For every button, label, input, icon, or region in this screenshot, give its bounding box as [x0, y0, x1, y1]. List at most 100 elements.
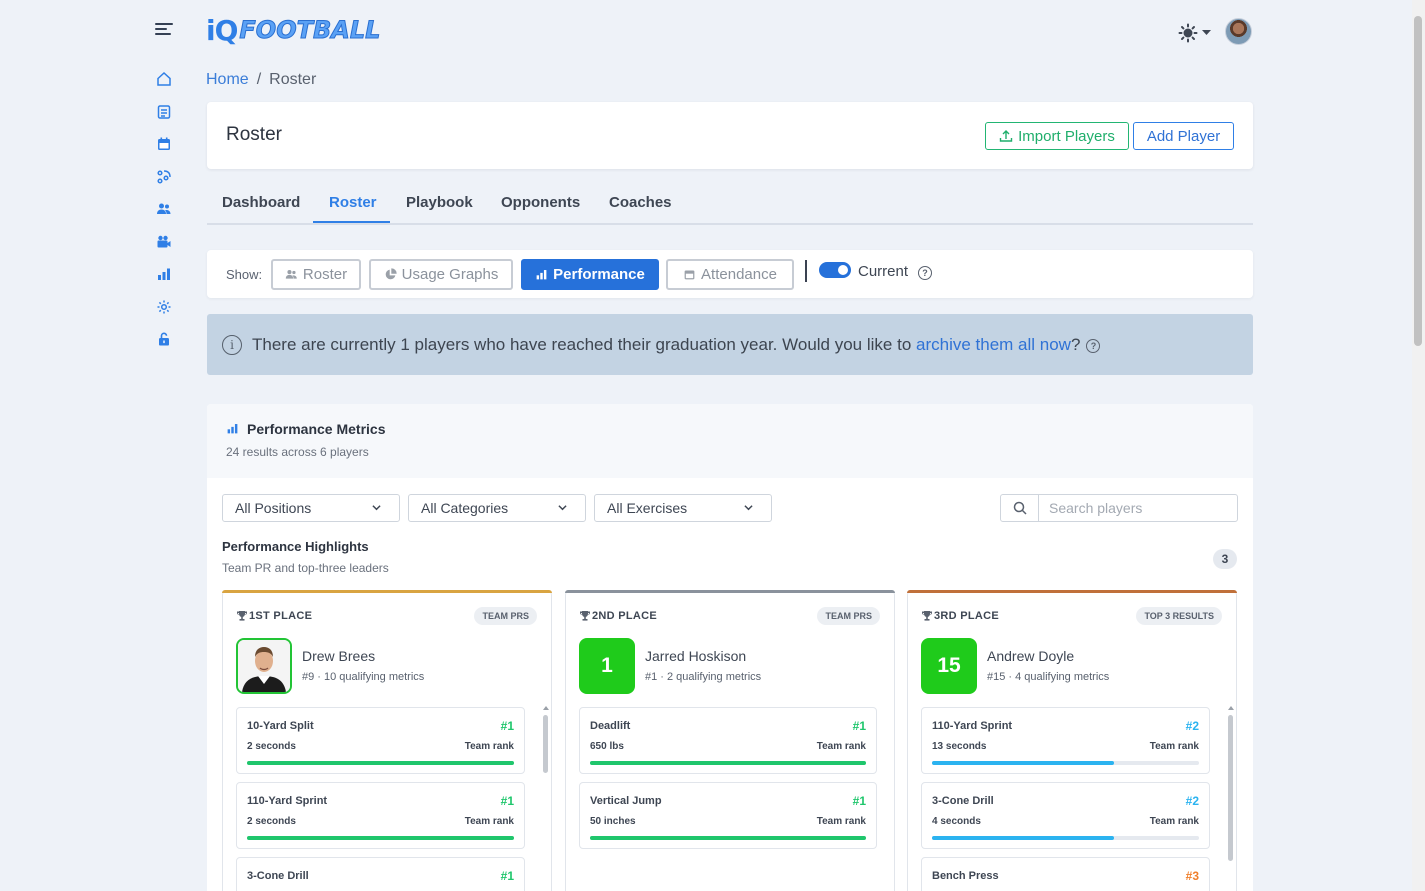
- unlock-icon[interactable]: [153, 328, 175, 350]
- metric-card: Bench Press #3: [921, 857, 1210, 891]
- show-usage-graphs-label: Usage Graphs: [401, 266, 499, 283]
- tab-playbook[interactable]: Playbook: [406, 194, 473, 211]
- users-icon[interactable]: [153, 198, 175, 220]
- caret-down-icon: [1202, 30, 1211, 35]
- metric-rank-label: Team rank: [1149, 741, 1199, 752]
- alert-text: There are currently 1 players who have r…: [252, 335, 1080, 355]
- bar-chart-icon[interactable]: [153, 263, 175, 285]
- info-icon: i: [222, 334, 242, 355]
- player-name[interactable]: Drew Brees: [302, 648, 375, 664]
- metric-rank: #1: [852, 794, 866, 808]
- metric-card: Deadlift #1 650 lbs Team rank: [579, 707, 877, 774]
- breadcrumb-current: Roster: [269, 71, 317, 88]
- clipboard-icon[interactable]: [153, 101, 175, 123]
- metric-value: 2 seconds: [247, 741, 296, 752]
- home-icon[interactable]: [153, 68, 175, 90]
- page-header-card: Roster Import Players Add Player: [207, 102, 1253, 169]
- page-scrollbar[interactable]: [1412, 0, 1425, 891]
- chevron-down-icon: [558, 505, 567, 511]
- app-logo[interactable]: iQ FOOTBALL: [206, 14, 381, 47]
- search-input[interactable]: [1049, 500, 1229, 516]
- chevron-down-icon: [372, 505, 381, 511]
- show-divider: [805, 260, 807, 282]
- exercises-select[interactable]: All Exercises: [594, 494, 772, 522]
- player-meta: #9 · 10 qualifying metrics: [302, 671, 425, 683]
- archive-all-link[interactable]: archive them all now: [916, 335, 1071, 354]
- highlights-count-badge: 3: [1213, 549, 1237, 569]
- positions-select[interactable]: All Positions: [222, 494, 400, 522]
- pie-chart-icon: [385, 268, 397, 280]
- import-players-label: Import Players: [1018, 127, 1115, 145]
- first-place-card: 1ST PLACE TEAM PRS Drew Brees #9 · 10 qu…: [222, 590, 552, 891]
- player-search: [1000, 494, 1238, 522]
- metric-rank: #1: [852, 719, 866, 733]
- show-performance-label: Performance: [553, 266, 645, 283]
- show-performance-button[interactable]: Performance: [521, 259, 659, 290]
- tab-dashboard[interactable]: Dashboard: [222, 194, 300, 211]
- player-name[interactable]: Jarred Hoskison: [645, 648, 746, 664]
- player-name[interactable]: Andrew Doyle: [987, 648, 1074, 664]
- metric-name: Bench Press: [932, 870, 999, 882]
- highlights-subtitle: Team PR and top-three leaders: [222, 561, 389, 575]
- exercises-select-value: All Exercises: [607, 500, 688, 516]
- metric-rank: #1: [500, 794, 514, 808]
- sidebar-nav: [153, 68, 175, 361]
- metric-progress-fill: [247, 836, 514, 840]
- breadcrumb-home-link[interactable]: Home: [206, 71, 249, 89]
- positions-select-value: All Positions: [235, 500, 312, 516]
- performance-subtitle: 24 results across 6 players: [226, 445, 369, 459]
- playbook-icon[interactable]: [153, 166, 175, 188]
- metrics-scrollbar[interactable]: [543, 706, 549, 891]
- metric-progress-fill: [247, 761, 514, 765]
- performance-header: Performance Metrics 24 results across 6 …: [207, 404, 1253, 478]
- add-player-label: Add Player: [1146, 127, 1221, 145]
- import-players-button[interactable]: Import Players: [985, 122, 1129, 150]
- metrics-scroll-thumb[interactable]: [543, 715, 548, 773]
- search-icon: [1013, 501, 1027, 515]
- help-icon[interactable]: ?: [918, 266, 932, 280]
- metric-name: 10-Yard Split: [247, 720, 314, 732]
- tab-coaches[interactable]: Coaches: [609, 194, 672, 211]
- search-button[interactable]: [1001, 495, 1039, 521]
- active-tab-indicator: [313, 221, 390, 223]
- metric-progress-fill: [590, 836, 866, 840]
- metrics-scrollbar[interactable]: [1228, 706, 1234, 891]
- film-camera-icon[interactable]: [153, 231, 175, 253]
- show-label: Show:: [226, 267, 263, 282]
- metric-progress-fill: [932, 836, 1114, 840]
- sun-icon: [1178, 23, 1198, 43]
- page-scroll-thumb[interactable]: [1414, 16, 1422, 346]
- categories-select-value: All Categories: [421, 500, 509, 516]
- bar-chart-icon: [227, 424, 238, 434]
- metric-progress: [932, 761, 1199, 765]
- trophy-icon: [237, 611, 247, 621]
- main-tabs: Dashboard Roster Playbook Opponents Coac…: [207, 190, 1253, 225]
- categories-select[interactable]: All Categories: [408, 494, 586, 522]
- metric-value: 650 lbs: [590, 741, 624, 752]
- current-toggle[interactable]: [819, 262, 851, 278]
- performance-title: Performance Metrics: [247, 421, 386, 437]
- alert-suffix: ?: [1070, 334, 1081, 354]
- place-label: 1ST PLACE: [249, 610, 313, 622]
- show-attendance-button[interactable]: Attendance: [666, 259, 794, 290]
- metric-name: 110-Yard Sprint: [247, 795, 328, 807]
- metrics-scroll-thumb[interactable]: [1228, 715, 1233, 861]
- calendar-icon[interactable]: [153, 133, 175, 155]
- chevron-down-icon: [744, 505, 753, 511]
- tab-opponents[interactable]: Opponents: [501, 194, 580, 211]
- user-avatar[interactable]: [1225, 18, 1252, 45]
- show-usage-graphs-button[interactable]: Usage Graphs: [369, 259, 513, 290]
- users-icon: [285, 270, 297, 279]
- metric-progress: [590, 761, 866, 765]
- show-roster-button[interactable]: Roster: [271, 259, 361, 290]
- tab-roster[interactable]: Roster: [329, 194, 377, 211]
- gear-icon[interactable]: [153, 296, 175, 318]
- metric-rank: #1: [500, 719, 514, 733]
- alert-help-icon[interactable]: ?: [1086, 338, 1101, 353]
- sidebar-toggle-button[interactable]: [155, 20, 173, 36]
- theme-toggle-button[interactable]: [1178, 23, 1214, 43]
- metric-rank: #2: [1185, 794, 1199, 808]
- metric-rank: #2: [1185, 719, 1199, 733]
- upload-icon: [999, 130, 1013, 142]
- add-player-button[interactable]: Add Player: [1133, 122, 1234, 150]
